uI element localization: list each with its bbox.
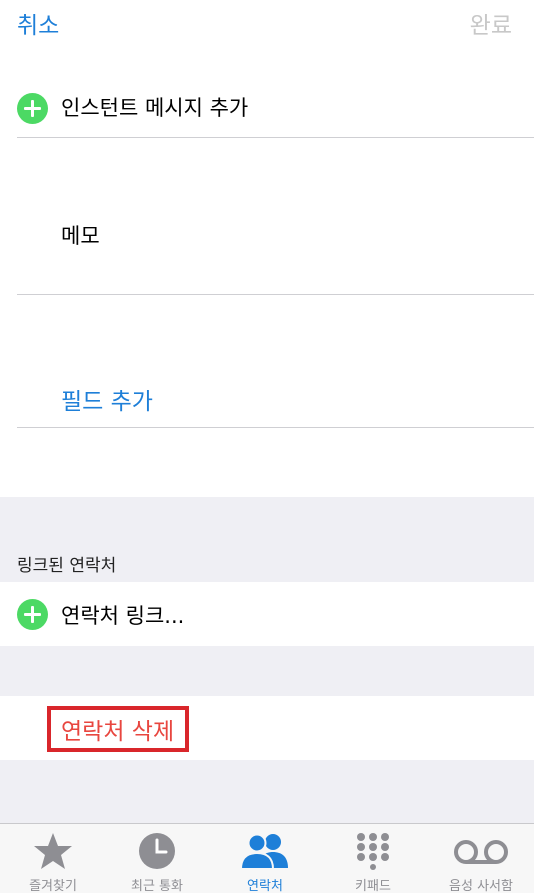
tab-contacts[interactable]: 연락처: [212, 824, 318, 893]
done-button[interactable]: 완료: [470, 6, 512, 40]
section-spacer: [0, 646, 534, 696]
tab-keypad[interactable]: 키패드: [320, 824, 426, 893]
memo-row[interactable]: 메모: [0, 140, 534, 294]
clock-icon: [138, 832, 176, 874]
link-contact-row[interactable]: 연락처 링크...: [0, 582, 534, 646]
link-contact-label: 연락처 링크...: [61, 604, 185, 628]
keypad-icon: [355, 832, 391, 874]
add-instant-message-label: 인스턴트 메시지 추가: [61, 96, 249, 120]
section-spacer: 링크된 연락처: [0, 497, 534, 582]
add-field-row[interactable]: 필드 추가: [0, 296, 534, 427]
delete-contact-button[interactable]: 연락처 삭제: [61, 712, 174, 746]
add-field-label: 필드 추가: [61, 389, 153, 415]
tab-recents[interactable]: 최근 통화: [104, 824, 210, 893]
section-spacer: [0, 760, 534, 823]
tab-favorites[interactable]: 즐겨찾기: [0, 824, 106, 893]
contacts-icon: [239, 832, 291, 874]
add-circle-icon[interactable]: [17, 599, 48, 630]
section-header-linked-contacts: 링크된 연락처: [17, 556, 117, 576]
tab-label: 최근 통화: [131, 879, 183, 893]
tab-label: 키패드: [355, 879, 391, 893]
cancel-button[interactable]: 취소: [17, 6, 59, 40]
star-icon: [33, 832, 73, 874]
voicemail-icon: [453, 832, 509, 874]
tab-label: 음성 사서함: [449, 879, 513, 893]
add-instant-message-row[interactable]: 인스턴트 메시지 추가: [0, 72, 534, 138]
add-circle-icon[interactable]: [17, 93, 48, 124]
memo-label: 메모: [61, 224, 100, 248]
tab-label: 연락처: [247, 879, 283, 893]
row-separator: [17, 137, 534, 138]
tab-bar: 즐겨찾기 최근 통화 연락처 키패드 음성 사서함: [0, 823, 534, 893]
tab-label: 즐겨찾기: [29, 879, 77, 893]
row-separator: [17, 294, 534, 295]
navigation-bar: 취소 완료: [0, 0, 534, 50]
tab-voicemail[interactable]: 음성 사서함: [428, 824, 534, 893]
row-separator: [17, 427, 534, 428]
